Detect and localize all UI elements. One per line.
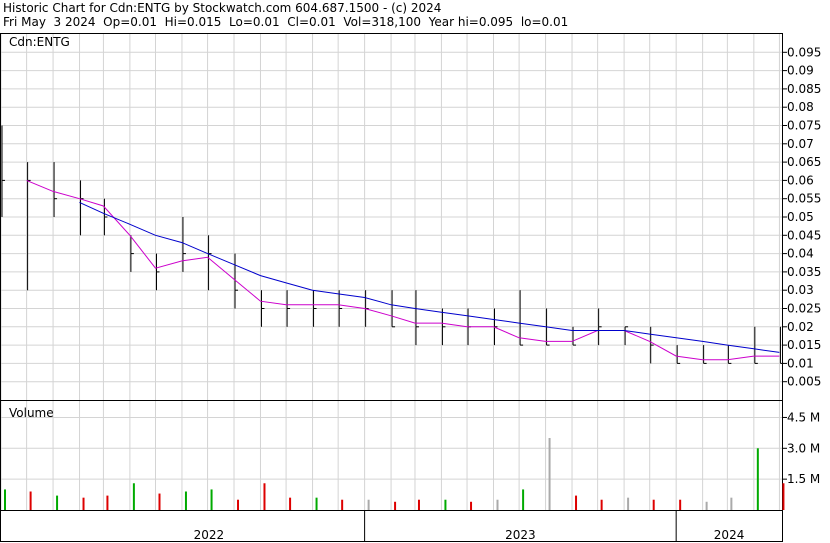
ma-short-line [26, 179, 780, 361]
price-bar [676, 345, 681, 364]
price-bar [703, 345, 707, 364]
volume-tick-label: 3.0 M [787, 441, 820, 455]
date-axis: 2022 2023 2024 [194, 511, 745, 542]
price-panel-title: Cdn:ENTG [9, 35, 70, 49]
price-bar [103, 198, 108, 236]
price-axis: 0.095 0.09 0.085 0.08 0.075 0.07 0.065 0.06 0.05… [782, 45, 821, 389]
price-bar [415, 290, 419, 346]
price-tick-label: 0.035 [787, 265, 821, 279]
stock-chart: 0.095 0.09 0.085 0.08 0.075 0.07 0.065 0.06 0.05… [0, 33, 821, 542]
price-bar [130, 235, 134, 272]
price-tick-label: 0.09 [787, 64, 814, 78]
price-bar [650, 326, 654, 364]
price-bar [208, 235, 212, 291]
year-label: 2024 [714, 528, 745, 542]
price-grid [0, 34, 782, 400]
price-bar [260, 290, 265, 327]
price-bar [441, 308, 446, 346]
price-bar [286, 290, 291, 327]
price-bar [1, 125, 5, 217]
volume-tick-label: 4.5 M [787, 410, 820, 424]
price-tick-label: 0.01 [787, 356, 814, 370]
price-tick-label: 0.025 [787, 302, 821, 316]
price-tick-label: 0.065 [787, 155, 821, 169]
year-label: 2022 [194, 528, 225, 542]
price-tick-label: 0.095 [787, 45, 821, 59]
price-tick-label: 0.05 [787, 210, 814, 224]
price-bar [338, 290, 343, 327]
price-bar [53, 162, 58, 217]
date-axis-frame [0, 510, 783, 542]
volume-panel-title: Volume [9, 406, 54, 420]
price-tick-label: 0.02 [787, 320, 814, 334]
price-tick-label: 0.005 [787, 375, 821, 389]
year-label: 2023 [505, 528, 536, 542]
price-bar [155, 253, 160, 291]
price-bar [624, 326, 629, 346]
price-tick-label: 0.085 [787, 82, 821, 96]
price-tick-label: 0.045 [787, 228, 821, 242]
price-tick-label: 0.08 [787, 100, 814, 114]
price-tick-label: 0.015 [787, 338, 821, 352]
price-tick-label: 0.04 [787, 247, 814, 261]
price-bar [519, 290, 524, 346]
price-bar [572, 326, 577, 346]
price-tick-label: 0.075 [787, 119, 821, 133]
price-bar [80, 180, 84, 236]
price-tick-label: 0.07 [787, 137, 814, 151]
price-tick-label: 0.03 [787, 283, 814, 297]
ma-long-line [79, 201, 780, 353]
price-bar [598, 308, 602, 346]
volume-tick-label: 1.5 M [787, 472, 820, 486]
price-bars [1, 125, 784, 364]
volume-axis: 4.5 M 3.0 M 1.5 M [782, 410, 820, 486]
volume-bars [4, 438, 785, 510]
price-bar [313, 290, 317, 327]
price-tick-label: 0.055 [787, 192, 821, 206]
price-bar [493, 308, 498, 346]
price-tick-label: 0.06 [787, 173, 814, 187]
volume-grid [0, 401, 782, 510]
price-bar [727, 345, 732, 364]
